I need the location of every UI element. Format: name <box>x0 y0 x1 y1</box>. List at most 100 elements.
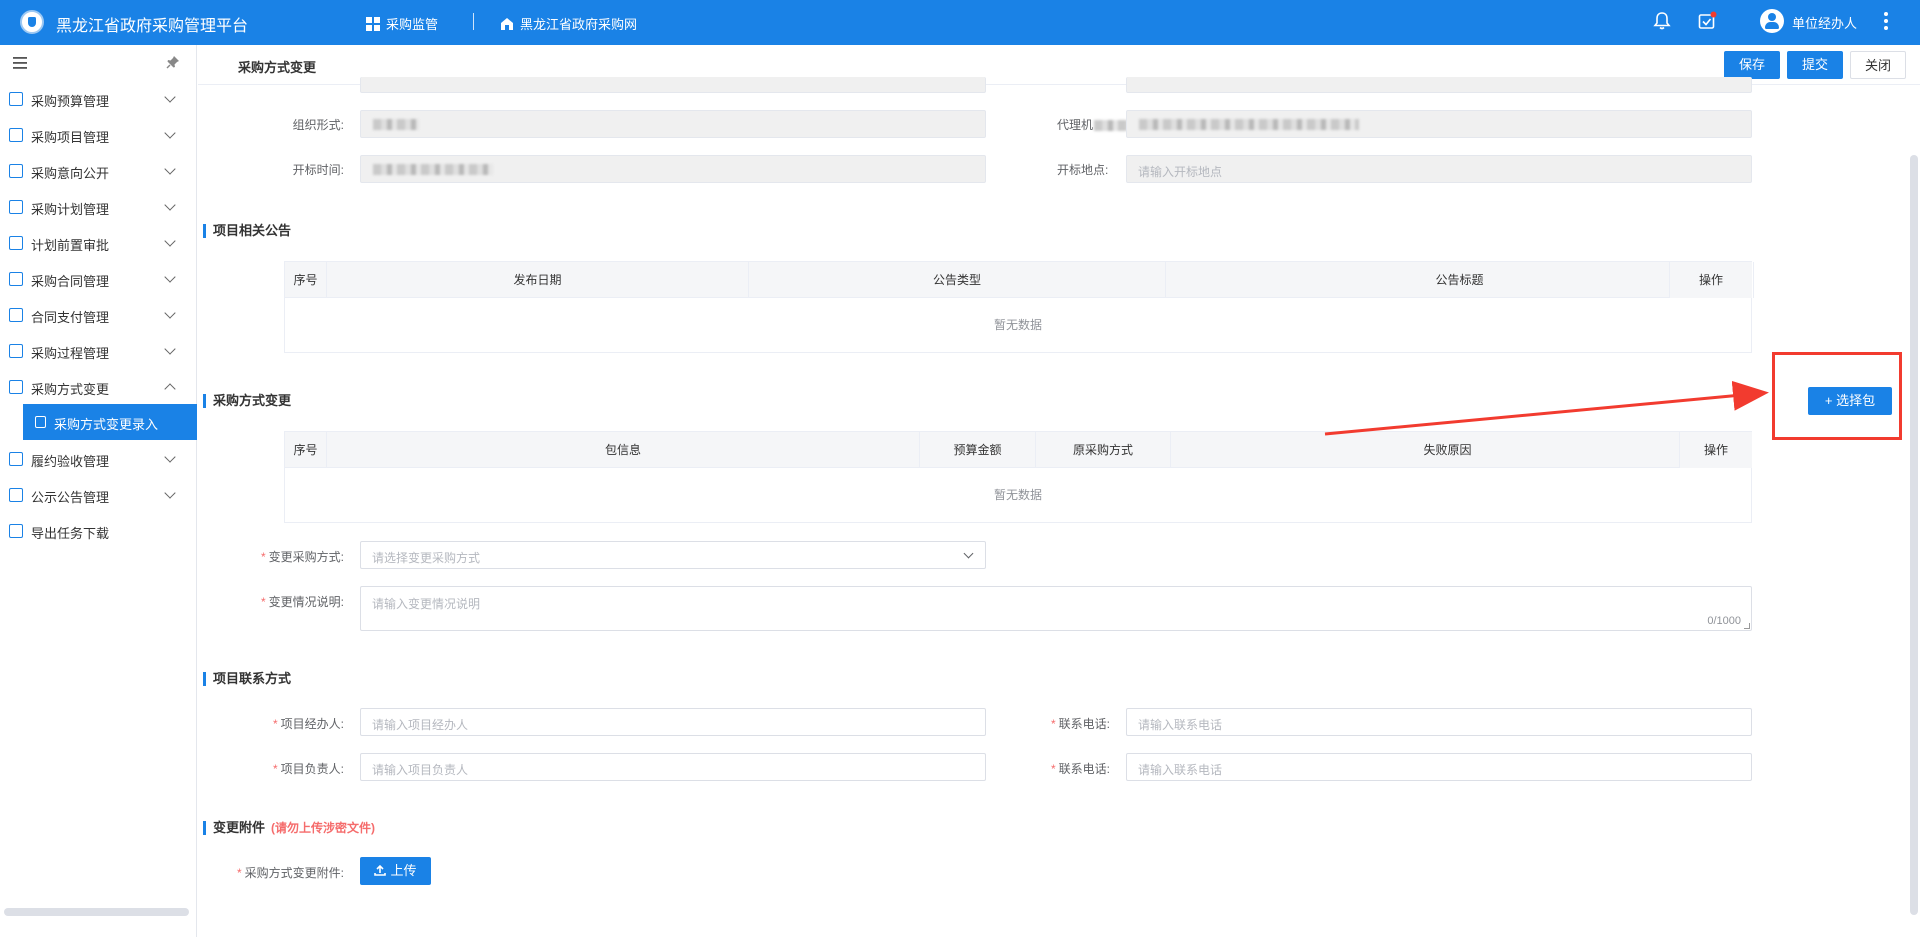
checklist-icon <box>9 200 23 214</box>
description-textarea[interactable]: 请输入变更情况说明 0/1000 <box>360 586 1752 631</box>
user-name[interactable]: 单位经办人 <box>1792 13 1857 32</box>
nav-divider <box>473 13 474 30</box>
nav-procurement-supervision[interactable]: 采购监管 <box>366 14 438 33</box>
resize-handle[interactable] <box>1744 623 1750 629</box>
sidebar-item-label: 采购意向公开 <box>31 166 110 181</box>
sidebar-item-budget[interactable]: 采购预算管理 <box>0 81 197 117</box>
sidebar-item-export[interactable]: 导出任务下载 <box>0 513 197 549</box>
bell-icon[interactable] <box>1652 11 1672 31</box>
app-title: 黑龙江省政府采购管理平台 <box>56 18 249 35</box>
task-check-icon[interactable] <box>1697 11 1717 31</box>
form-icon <box>35 416 46 428</box>
handler-input[interactable]: 请输入项目经办人 <box>360 708 986 736</box>
sidebar-item-payment[interactable]: 合同支付管理 <box>0 297 197 333</box>
section-title-contacts: 项目联系方式 <box>203 672 291 686</box>
field-partial-right[interactable] <box>1126 77 1752 93</box>
grid-icon <box>366 16 380 31</box>
redacted-value <box>373 164 493 175</box>
empty-state: 暂无数据 <box>993 488 1042 502</box>
more-menu-icon[interactable] <box>1884 12 1888 32</box>
close-button[interactable]: 关闭 <box>1850 51 1906 79</box>
notice-icon <box>9 488 23 502</box>
chevron-down-icon <box>963 548 974 559</box>
sidebar-item-label: 采购过程管理 <box>31 346 110 361</box>
sidebar-item-pre-approval[interactable]: 计划前置审批 <box>0 225 197 261</box>
save-button[interactable]: 保存 <box>1724 51 1780 79</box>
chevron-down-icon <box>164 163 176 175</box>
nav-label: 采购监管 <box>386 17 439 32</box>
sidebar-item-contract[interactable]: 采购合同管理 <box>0 261 197 297</box>
sidebar-scrollbar[interactable] <box>4 908 189 916</box>
open-place-label: 开标地点: <box>1057 163 1109 177</box>
sidebar-item-method-change[interactable]: 采购方式变更 <box>0 369 197 405</box>
attachment-warning: (请勿上传涉密文件) <box>271 821 376 835</box>
section-title-method-change: 采购方式变更 <box>203 394 291 408</box>
avatar[interactable] <box>1760 9 1784 33</box>
sidebar-item-label: 履约验收管理 <box>31 454 110 469</box>
home-icon <box>501 17 513 30</box>
chevron-down-icon <box>164 271 176 283</box>
column-header: 操作 <box>1679 432 1752 468</box>
column-header: 操作 <box>1669 262 1752 298</box>
check-icon <box>9 452 23 466</box>
process-icon <box>9 344 23 358</box>
document-icon <box>9 164 23 178</box>
leader-input[interactable]: 请输入项目负责人 <box>360 753 986 781</box>
redacted-value <box>373 119 419 130</box>
sidebar-subitem-label: 采购方式变更录入 <box>54 417 159 432</box>
sidebar-item-process[interactable]: 采购过程管理 <box>0 333 197 369</box>
phone1-input[interactable]: 请输入联系电话 <box>1126 708 1752 736</box>
packages-table-header: 序号 包信息 预算金额 原采购方式 失败原因 <box>285 432 1751 468</box>
open-place-field[interactable]: 请输入开标地点 <box>1126 155 1752 183</box>
column-header: 预算金额 <box>920 432 1036 468</box>
char-counter: 0/1000 <box>1707 615 1741 627</box>
sidebar-item-acceptance[interactable]: 履约验收管理 <box>0 441 197 477</box>
chevron-up-icon <box>164 383 176 395</box>
phone2-label: * 联系电话: <box>1050 762 1110 776</box>
switch-icon <box>9 380 23 394</box>
hamburger-icon[interactable] <box>13 57 27 69</box>
chevron-down-icon <box>164 343 176 355</box>
handler-placeholder: 请输入项目经办人 <box>372 718 469 732</box>
description-placeholder: 请输入变更情况说明 <box>372 597 481 611</box>
leader-placeholder: 请输入项目负责人 <box>372 763 469 777</box>
sidebar: 采购预算管理 采购项目管理 采购意向公开 采购计划管理 计划前置审批 采购合同管… <box>0 45 197 937</box>
upload-label: 上传 <box>390 863 417 878</box>
org-form-field[interactable] <box>360 110 986 138</box>
sidebar-item-project[interactable]: 采购项目管理 <box>0 117 197 153</box>
agency-field[interactable] <box>1126 110 1752 138</box>
chevron-down-icon <box>164 451 176 463</box>
main-scrollbar[interactable] <box>1910 155 1918 915</box>
sidebar-item-label: 采购预算管理 <box>31 94 110 109</box>
chevron-down-icon <box>164 127 176 139</box>
sidebar-item-label: 导出任务下载 <box>31 526 110 541</box>
submit-button[interactable]: 提交 <box>1787 51 1843 79</box>
field-partial-left[interactable] <box>360 77 986 93</box>
pin-icon[interactable] <box>166 55 180 69</box>
stamp-icon <box>9 236 23 250</box>
sidebar-item-label: 采购计划管理 <box>31 202 110 217</box>
sidebar-item-notice[interactable]: 公示公告管理 <box>0 477 197 513</box>
upload-button[interactable]: 上传 <box>360 857 431 885</box>
phone2-input[interactable]: 请输入联系电话 <box>1126 753 1752 781</box>
column-header: 包信息 <box>327 432 920 468</box>
description-label: * 变更情况说明: <box>260 595 344 609</box>
notices-table-header: 序号 发布日期 公告类型 公告标题 <box>285 262 1754 298</box>
method-select[interactable]: 请选择变更采购方式 <box>360 541 986 569</box>
export-icon <box>9 524 23 538</box>
chevron-down-icon <box>164 199 176 211</box>
method-select-label: * 变更采购方式: <box>260 550 344 564</box>
folder-icon <box>9 128 23 142</box>
chart-icon <box>9 92 23 106</box>
payment-icon <box>9 308 23 322</box>
sidebar-subitem-method-change-entry[interactable]: 采购方式变更录入 <box>23 404 197 440</box>
sidebar-item-label: 采购方式变更 <box>31 382 110 397</box>
sidebar-item-intention[interactable]: 采购意向公开 <box>0 153 197 189</box>
packages-table: 序号 包信息 预算金额 原采购方式 失败原因 操作 暂无数据 <box>284 431 1752 523</box>
nav-procurement-website[interactable]: 黑龙江省政府采购网 <box>500 14 637 33</box>
sidebar-item-plan[interactable]: 采购计划管理 <box>0 189 197 225</box>
sidebar-item-label: 公示公告管理 <box>31 490 110 505</box>
sidebar-item-label: 采购项目管理 <box>31 130 110 145</box>
empty-state: 暂无数据 <box>993 318 1042 332</box>
open-time-field[interactable] <box>360 155 986 183</box>
